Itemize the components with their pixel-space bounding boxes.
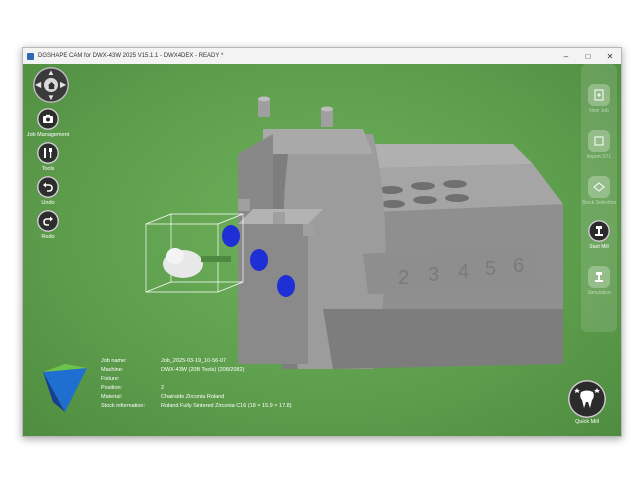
- fixture-left-tower: [238, 224, 308, 364]
- title-bar: DGSHAPE CAM for DWX-43W 2025 V15.1.1 - D…: [23, 48, 621, 64]
- fixture-3d-model: 2 3 4 5 6: [145, 96, 563, 369]
- material-key: Material:: [101, 393, 123, 400]
- pan-up-icon[interactable]: ▲: [47, 69, 55, 77]
- close-button[interactable]: ✕: [599, 48, 621, 64]
- blue-pin: [277, 275, 295, 297]
- position-key: Position:: [101, 384, 123, 391]
- new-job-icon: [588, 84, 610, 106]
- camera-icon: [37, 108, 59, 130]
- import-stl-button[interactable]: Import STL: [579, 130, 619, 160]
- minimize-button[interactable]: –: [555, 48, 577, 64]
- position-value: 2: [161, 384, 165, 391]
- job-management-button[interactable]: Job Management: [23, 108, 73, 138]
- maximize-button[interactable]: □: [577, 48, 599, 64]
- quick-mill-tooth-icon: [568, 380, 606, 418]
- new-job-label: New Job: [589, 108, 609, 114]
- job-info-panel: Job name: Job_2025-03-19_10-56-07 Machin…: [101, 356, 292, 410]
- top-hole: [443, 180, 467, 188]
- blue-pin: [250, 249, 268, 271]
- import-stl-label: Import STL: [586, 154, 612, 160]
- stock-information-value: Roland Fully Sintered Zirconia C16 (18 ×…: [161, 402, 292, 409]
- simulation-icon: [588, 266, 610, 288]
- job-management-label: Job Management: [26, 132, 70, 138]
- job-name-value: Job_2025-03-19_10-56-07: [161, 357, 227, 364]
- blue-pin: [222, 225, 240, 247]
- job-info-row: Stock information: Roland Fully Sintered…: [101, 401, 292, 410]
- top-hole: [445, 194, 469, 202]
- tools-button[interactable]: Tools: [23, 142, 73, 172]
- pan-left-icon[interactable]: ◀: [35, 81, 41, 89]
- fixture-number: 2: [398, 267, 409, 289]
- fixture-key: Fixture:: [101, 375, 120, 382]
- top-hole: [381, 200, 405, 208]
- app-window: DGSHAPE CAM for DWX-43W 2025 V15.1.1 - D…: [22, 47, 622, 437]
- stock-selection-button[interactable]: Stock Selection: [579, 176, 619, 206]
- job-name-key: Job name:: [101, 357, 127, 364]
- fixture-number: 6: [513, 255, 524, 277]
- fixture-number: 4: [458, 261, 469, 283]
- redo-label: Redo: [41, 234, 55, 240]
- right-toolbar: New Job Import STL Stock Selection Start…: [581, 64, 617, 332]
- fixture-number: 5: [485, 258, 496, 280]
- new-job-button[interactable]: New Job: [579, 84, 619, 114]
- job-info-row: Position: 2: [101, 383, 292, 392]
- stock-selection-icon: [588, 176, 610, 198]
- tools-label: Tools: [41, 166, 55, 172]
- top-hole: [413, 196, 437, 204]
- job-info-row: Material: Chairside Zirconia Roland: [101, 392, 292, 401]
- start-mill-icon: [588, 220, 610, 242]
- 3d-viewport[interactable]: 2 3 4 5 6 ▲ ▼ ◀ ▶ Job Management Tools U…: [23, 64, 621, 436]
- app-icon: [27, 52, 34, 60]
- job-info-row: Job name: Job_2025-03-19_10-56-07: [101, 356, 292, 365]
- fixture-number: 3: [428, 264, 439, 286]
- start-mill-button[interactable]: Start Mill: [579, 220, 619, 250]
- dgshape-logo: [43, 364, 87, 412]
- quick-mill-button[interactable]: Quick Mill: [565, 380, 609, 425]
- redo-icon: [37, 210, 59, 232]
- material-value: Chairside Zirconia Roland: [161, 393, 225, 400]
- machine-key: Machine:: [101, 366, 124, 373]
- view-navigation-pad[interactable]: ▲ ▼ ◀ ▶: [33, 67, 69, 103]
- job-info-row: Machine: DWX-43W (20B Tools) (208/2082): [101, 365, 292, 374]
- undo-icon: [37, 176, 59, 198]
- start-mill-label: Start Mill: [589, 244, 609, 250]
- simulation-label: Simulation: [587, 290, 611, 296]
- undo-label: Undo: [41, 200, 55, 206]
- import-stl-icon: [588, 130, 610, 152]
- top-hole: [411, 182, 435, 190]
- simulation-button[interactable]: Simulation: [579, 266, 619, 296]
- stock-selection-label: Stock Selection: [581, 200, 617, 206]
- redo-button[interactable]: Redo: [23, 210, 73, 240]
- home-view-icon[interactable]: [44, 78, 58, 92]
- stock-information-key: Stock information:: [101, 402, 146, 409]
- undo-button[interactable]: Undo: [23, 176, 73, 206]
- window-title: DGSHAPE CAM for DWX-43W 2025 V15.1.1 - D…: [38, 53, 224, 59]
- tools-icon: [37, 142, 59, 164]
- machine-value: DWX-43W (20B Tools) (208/2082): [161, 366, 245, 373]
- pan-right-icon[interactable]: ▶: [60, 81, 66, 89]
- pan-down-icon[interactable]: ▼: [47, 94, 55, 102]
- quick-mill-label: Quick Mill: [575, 419, 599, 425]
- job-info-row: Fixture:: [101, 374, 292, 383]
